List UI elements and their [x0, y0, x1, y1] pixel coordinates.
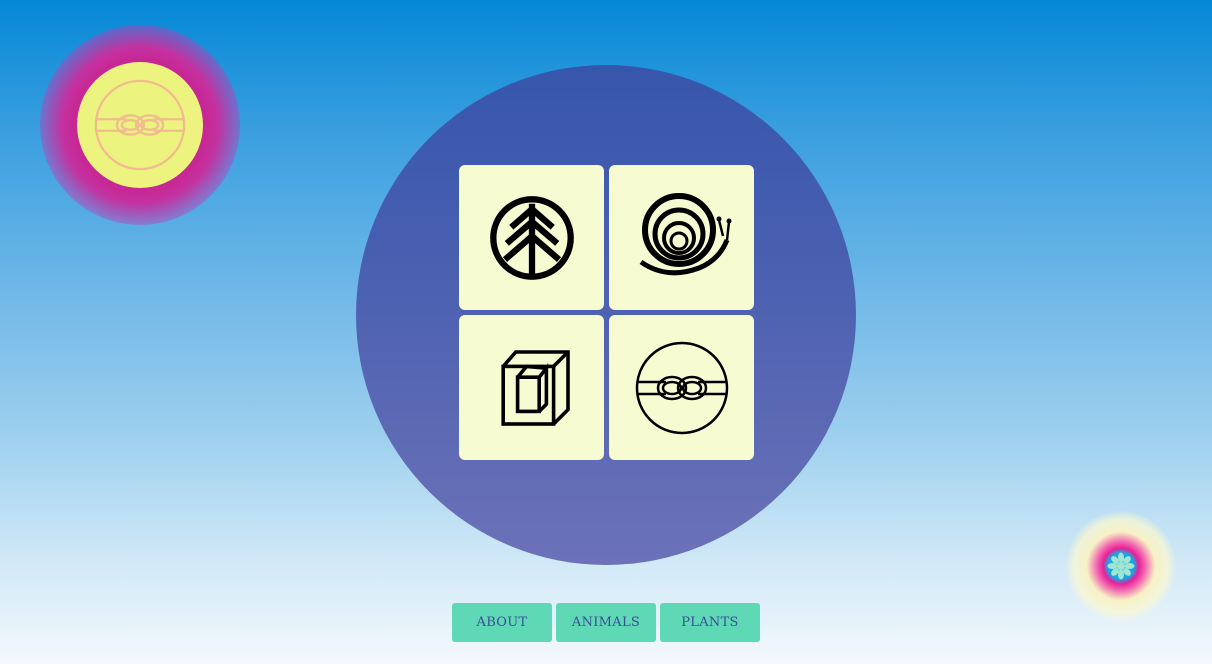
tree-circle-icon — [489, 195, 574, 280]
snail-icon — [639, 192, 731, 275]
orb-large-core — [77, 62, 203, 188]
tile-tree[interactable] — [459, 165, 604, 310]
nav-bar: ABOUT ANIMALS PLANTS — [452, 603, 760, 642]
tile-impossible-frame[interactable] — [459, 315, 604, 460]
impossible-frame-icon — [500, 349, 570, 426]
main-circle — [356, 65, 856, 565]
plants-button[interactable]: PLANTS — [660, 603, 760, 642]
snowflake-flower-icon — [1107, 552, 1135, 580]
decorative-orb-large — [40, 25, 240, 225]
tile-snail[interactable] — [609, 165, 754, 310]
animals-button[interactable]: ANIMALS — [556, 603, 656, 642]
decorative-orb-small — [1066, 511, 1176, 621]
knot-circle-icon — [635, 341, 728, 434]
knot-circle-icon — [94, 79, 186, 171]
tile-knot[interactable] — [609, 315, 754, 460]
about-button[interactable]: ABOUT — [452, 603, 552, 642]
